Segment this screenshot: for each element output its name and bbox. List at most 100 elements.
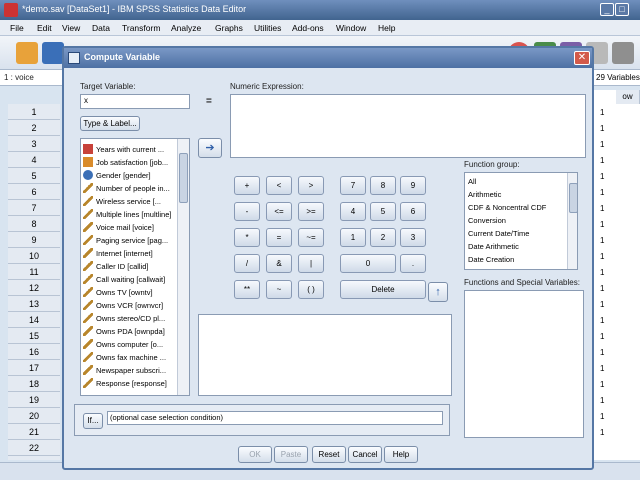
dialog-close-button[interactable]: ✕ bbox=[574, 51, 590, 65]
keypad-key[interactable]: <= bbox=[266, 202, 292, 221]
keypad-key[interactable]: ~= bbox=[298, 228, 324, 247]
row-number[interactable]: 20 bbox=[8, 408, 60, 424]
variable-item[interactable]: Call waiting [callwait] bbox=[83, 273, 175, 286]
variable-item[interactable]: Owns VCR [ownvcr] bbox=[83, 299, 175, 312]
function-group-item[interactable]: Conversion bbox=[468, 214, 506, 227]
grid-cell[interactable]: 1 bbox=[600, 156, 604, 165]
menu-transform[interactable]: Transform bbox=[122, 23, 160, 33]
keypad-key[interactable]: 4 bbox=[340, 202, 366, 221]
keypad-key[interactable]: ( ) bbox=[298, 280, 324, 299]
keypad-key[interactable]: 9 bbox=[400, 176, 426, 195]
menu-view[interactable]: View bbox=[62, 23, 80, 33]
row-number[interactable]: 8 bbox=[8, 216, 60, 232]
keypad-key[interactable]: 2 bbox=[370, 228, 396, 247]
row-number[interactable]: 11 bbox=[8, 264, 60, 280]
move-variable-arrow-button[interactable]: ➔ bbox=[198, 138, 222, 158]
row-number[interactable]: 17 bbox=[8, 360, 60, 376]
function-group-item[interactable]: CDF & Noncentral CDF bbox=[468, 201, 546, 214]
grid-cell[interactable]: 1 bbox=[600, 316, 604, 325]
row-number[interactable]: 15 bbox=[8, 328, 60, 344]
grid-cell[interactable]: 1 bbox=[600, 220, 604, 229]
keypad-key[interactable]: ~ bbox=[266, 280, 292, 299]
function-group-item[interactable]: Current Date/Time bbox=[468, 227, 529, 240]
keypad-key[interactable]: 5 bbox=[370, 202, 396, 221]
variable-item[interactable]: Owns fax machine ... bbox=[83, 351, 175, 364]
keypad-key[interactable]: 1 bbox=[340, 228, 366, 247]
keypad-key[interactable]: 8 bbox=[370, 176, 396, 195]
row-number[interactable]: 13 bbox=[8, 296, 60, 312]
ok-button[interactable]: OK bbox=[238, 446, 272, 463]
keypad-key[interactable]: * bbox=[234, 228, 260, 247]
row-number[interactable]: 21 bbox=[8, 424, 60, 440]
variable-item[interactable]: Response [response] bbox=[83, 377, 175, 390]
keypad-key[interactable]: 3 bbox=[400, 228, 426, 247]
row-number[interactable]: 1 bbox=[8, 104, 60, 120]
keypad-key[interactable]: ** bbox=[234, 280, 260, 299]
row-number[interactable]: 19 bbox=[8, 392, 60, 408]
grid-cell[interactable]: 1 bbox=[600, 124, 604, 133]
row-number[interactable]: 7 bbox=[8, 200, 60, 216]
grid-cell[interactable]: 1 bbox=[600, 108, 604, 117]
maximize-button[interactable]: □ bbox=[615, 3, 629, 16]
keypad-key[interactable]: / bbox=[234, 254, 260, 273]
variable-item[interactable]: Caller ID [callid] bbox=[83, 260, 175, 273]
open-file-icon[interactable] bbox=[16, 42, 38, 64]
grid-cell[interactable]: 1 bbox=[600, 364, 604, 373]
menu-file[interactable]: File bbox=[10, 23, 24, 33]
grid-cell[interactable]: 1 bbox=[600, 332, 604, 341]
function-group-scrollbar[interactable] bbox=[567, 173, 577, 269]
row-number[interactable]: 14 bbox=[8, 312, 60, 328]
variable-item[interactable]: Owns PDA [ownpda] bbox=[83, 325, 175, 338]
grid-cell[interactable]: 1 bbox=[600, 188, 604, 197]
grid-cell[interactable]: 1 bbox=[600, 412, 604, 421]
function-group-list[interactable]: All Arithmetic CDF & Noncentral CDF Convers… bbox=[464, 172, 578, 270]
keypad-key[interactable]: 7 bbox=[340, 176, 366, 195]
row-number[interactable]: 18 bbox=[8, 376, 60, 392]
variable-item[interactable]: Gender [gender] bbox=[83, 169, 175, 182]
minimize-button[interactable]: _ bbox=[600, 3, 614, 16]
variable-item[interactable]: Years with current ... bbox=[83, 143, 175, 156]
menu-analyze[interactable]: Analyze bbox=[171, 23, 201, 33]
variable-item[interactable]: Number of people in... bbox=[83, 182, 175, 195]
menu-utilities[interactable]: Utilities bbox=[254, 23, 281, 33]
row-number[interactable]: 12 bbox=[8, 280, 60, 296]
reset-button[interactable]: Reset bbox=[312, 446, 346, 463]
variable-item[interactable]: Job satisfaction [job... bbox=[83, 156, 175, 169]
split-icon[interactable] bbox=[612, 42, 634, 64]
variable-item[interactable]: Voice mail [voice] bbox=[83, 221, 175, 234]
row-number[interactable]: 6 bbox=[8, 184, 60, 200]
functions-special-variables-list[interactable] bbox=[464, 290, 584, 438]
row-number[interactable]: 9 bbox=[8, 232, 60, 248]
keypad-key[interactable]: 0 bbox=[340, 254, 396, 273]
keypad-key[interactable]: > bbox=[298, 176, 324, 195]
save-icon[interactable] bbox=[42, 42, 64, 64]
menu-graphs[interactable]: Graphs bbox=[215, 23, 243, 33]
grid-cell[interactable]: 1 bbox=[600, 300, 604, 309]
insert-function-arrow-button[interactable]: ↑ bbox=[428, 282, 448, 302]
keypad-key[interactable]: 6 bbox=[400, 202, 426, 221]
function-group-item[interactable]: All bbox=[468, 175, 476, 188]
row-number[interactable]: 22 bbox=[8, 440, 60, 456]
keypad-key[interactable]: . bbox=[400, 254, 426, 273]
grid-cell[interactable]: 1 bbox=[600, 140, 604, 149]
variable-item[interactable]: Owns stereo/CD pl... bbox=[83, 312, 175, 325]
variable-item[interactable]: Owns TV [owntv] bbox=[83, 286, 175, 299]
grid-cell[interactable]: 1 bbox=[600, 284, 604, 293]
numeric-expression-textarea[interactable] bbox=[230, 94, 586, 158]
column-header[interactable]: ow bbox=[616, 90, 640, 104]
keypad-key[interactable]: = bbox=[266, 228, 292, 247]
grid-cell[interactable]: 1 bbox=[600, 348, 604, 357]
row-number[interactable]: 16 bbox=[8, 344, 60, 360]
keypad-key[interactable]: + bbox=[234, 176, 260, 195]
grid-cell[interactable]: 1 bbox=[600, 172, 604, 181]
keypad-key[interactable]: & bbox=[266, 254, 292, 273]
function-group-item[interactable]: Date Creation bbox=[468, 253, 514, 266]
row-number[interactable]: 4 bbox=[8, 152, 60, 168]
type-and-label-button[interactable]: Type & Label... bbox=[80, 116, 140, 131]
variable-item[interactable]: Multiple lines [multline] bbox=[83, 208, 175, 221]
menu-addons[interactable]: Add-ons bbox=[292, 23, 324, 33]
scrollbar-thumb[interactable] bbox=[569, 183, 577, 213]
variable-item[interactable]: Paging service [pag... bbox=[83, 234, 175, 247]
variable-item[interactable]: Wireless service [... bbox=[83, 195, 175, 208]
grid-cell[interactable]: 1 bbox=[600, 204, 604, 213]
